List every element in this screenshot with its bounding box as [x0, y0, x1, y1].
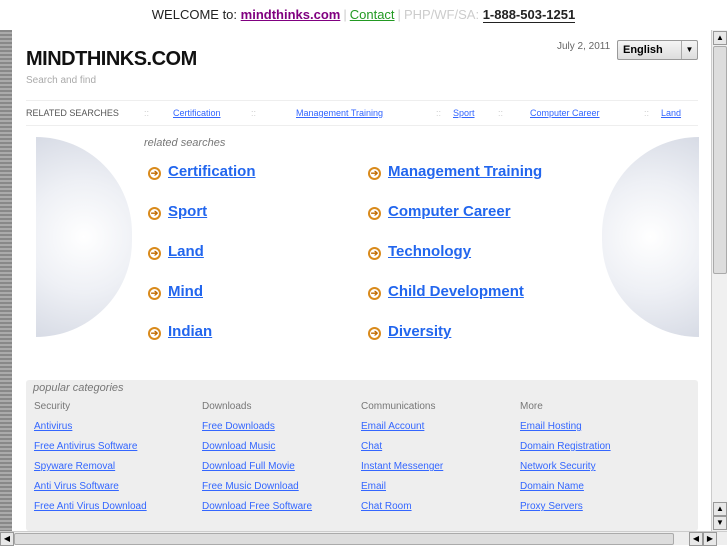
page-content: MINDTHINKS.COM Search and find July 2, 2… — [12, 30, 711, 531]
separator: :: — [498, 108, 504, 118]
category-link[interactable]: Email Account — [361, 421, 443, 441]
keyword-link[interactable]: Land — [168, 243, 204, 260]
category-heading: Downloads — [202, 401, 252, 412]
category-heading: Security — [34, 401, 71, 412]
keyword-link[interactable]: Management Training — [388, 163, 542, 180]
scroll-left-icon[interactable]: ◀ — [689, 532, 703, 546]
category-link[interactable]: Download Free Software — [202, 501, 312, 521]
keyword-link[interactable]: Diversity — [388, 323, 451, 340]
arrow-right-icon: ➔ — [148, 167, 161, 180]
left-globe-decoration — [36, 137, 132, 337]
related-link[interactable]: Management Training — [296, 101, 383, 125]
scroll-left-icon[interactable]: ◀ — [0, 532, 14, 546]
site-logo[interactable]: MINDTHINKS.COM — [26, 48, 197, 71]
category-link[interactable]: Email — [361, 481, 443, 501]
related-searches-bar: RELATED SEARCHES :: Certification :: Man… — [26, 100, 698, 126]
popular-categories: popular categories Security Antivirus Free… — [26, 380, 698, 531]
category-link[interactable]: Proxy Servers — [520, 501, 611, 521]
scroll-right-icon[interactable]: ▶ — [703, 532, 717, 546]
category-link[interactable]: Download Music — [202, 441, 312, 461]
site-link[interactable]: mindthinks.com — [241, 7, 341, 22]
category-link[interactable]: Anti Virus Software — [34, 481, 147, 501]
category-link[interactable]: Spyware Removal — [34, 461, 147, 481]
category-link[interactable]: Free Antivirus Software — [34, 441, 147, 461]
category-column: Communications Email Account Chat Instant M… — [361, 401, 443, 521]
popular-title: popular categories — [33, 382, 124, 394]
right-globe-decoration — [602, 137, 699, 337]
welcome-bar: WELCOME to: mindthinks.com | Contact | PHP/W… — [151, 7, 576, 23]
contact-link[interactable]: Contact — [350, 7, 395, 22]
language-value: English — [623, 44, 663, 56]
tagline: Search and find — [26, 75, 97, 86]
arrow-right-icon: ➔ — [148, 247, 161, 260]
language-select[interactable]: English ▼ — [617, 40, 698, 60]
category-link[interactable]: Domain Name — [520, 481, 611, 501]
related-heading: RELATED SEARCHES — [26, 108, 119, 118]
category-link[interactable]: Instant Messenger — [361, 461, 443, 481]
vertical-scrollbar[interactable]: ▲ ▲ ▼ — [711, 30, 727, 531]
phone-number: 1-888-503-1251 — [482, 7, 576, 23]
category-link[interactable]: Download Full Movie — [202, 461, 312, 481]
related-link[interactable]: Computer Career — [530, 101, 600, 125]
category-link[interactable]: Email Hosting — [520, 421, 611, 441]
category-column: Security Antivirus Free Antivirus Software… — [34, 401, 147, 521]
related-searches-title: related searches — [144, 137, 226, 149]
arrow-right-icon: ➔ — [368, 287, 381, 300]
welcome-text: WELCOME to: — [151, 7, 238, 22]
separator: :: — [251, 108, 257, 118]
horizontal-scroll-thumb[interactable] — [14, 533, 674, 545]
date: July 2, 2011 — [557, 41, 611, 52]
keyword-link[interactable]: Computer Career — [388, 203, 511, 220]
category-column: Downloads Free Downloads Download Music Dow… — [202, 401, 312, 521]
category-link[interactable]: Free Anti Virus Download — [34, 501, 147, 521]
arrow-right-icon: ➔ — [148, 287, 161, 300]
separator: :: — [644, 108, 650, 118]
arrow-right-icon: ➔ — [148, 207, 161, 220]
phone-label: PHP/WF/SA: — [403, 7, 480, 22]
arrow-right-icon: ➔ — [368, 207, 381, 220]
category-heading: More — [520, 401, 543, 412]
related-link[interactable]: Land — [661, 101, 681, 125]
scroll-up-icon[interactable]: ▲ — [713, 31, 727, 45]
separator: :: — [144, 108, 150, 118]
keyword-link[interactable]: Technology — [388, 243, 471, 260]
category-link[interactable]: Network Security — [520, 461, 611, 481]
keyword-link[interactable]: Indian — [168, 323, 212, 340]
related-link[interactable]: Sport — [453, 101, 475, 125]
left-frame-border — [0, 30, 12, 531]
keyword-link[interactable]: Mind — [168, 283, 203, 300]
category-link[interactable]: Free Music Download — [202, 481, 312, 501]
keyword-link[interactable]: Certification — [168, 163, 256, 180]
scroll-down-icon[interactable]: ▼ — [713, 516, 727, 530]
related-link[interactable]: Certification — [173, 101, 221, 125]
category-link[interactable]: Domain Registration — [520, 441, 611, 461]
category-link[interactable]: Free Downloads — [202, 421, 312, 441]
arrow-right-icon: ➔ — [368, 327, 381, 340]
arrow-right-icon: ➔ — [368, 247, 381, 260]
arrow-right-icon: ➔ — [148, 327, 161, 340]
category-link[interactable]: Antivirus — [34, 421, 147, 441]
separator: :: — [436, 108, 442, 118]
keyword-link[interactable]: Sport — [168, 203, 207, 220]
category-link[interactable]: Chat Room — [361, 501, 443, 521]
horizontal-scrollbar[interactable]: ◀ ◀ ▶ — [0, 531, 727, 546]
arrow-right-icon: ➔ — [368, 167, 381, 180]
scroll-up-icon[interactable]: ▲ — [713, 502, 727, 516]
category-column: More Email Hosting Domain Registration Netw… — [520, 401, 611, 521]
category-link[interactable]: Chat — [361, 441, 443, 461]
category-heading: Communications — [361, 401, 436, 412]
chevron-down-icon: ▼ — [681, 41, 697, 59]
keyword-link[interactable]: Child Development — [388, 283, 524, 300]
scroll-thumb[interactable] — [713, 46, 727, 274]
